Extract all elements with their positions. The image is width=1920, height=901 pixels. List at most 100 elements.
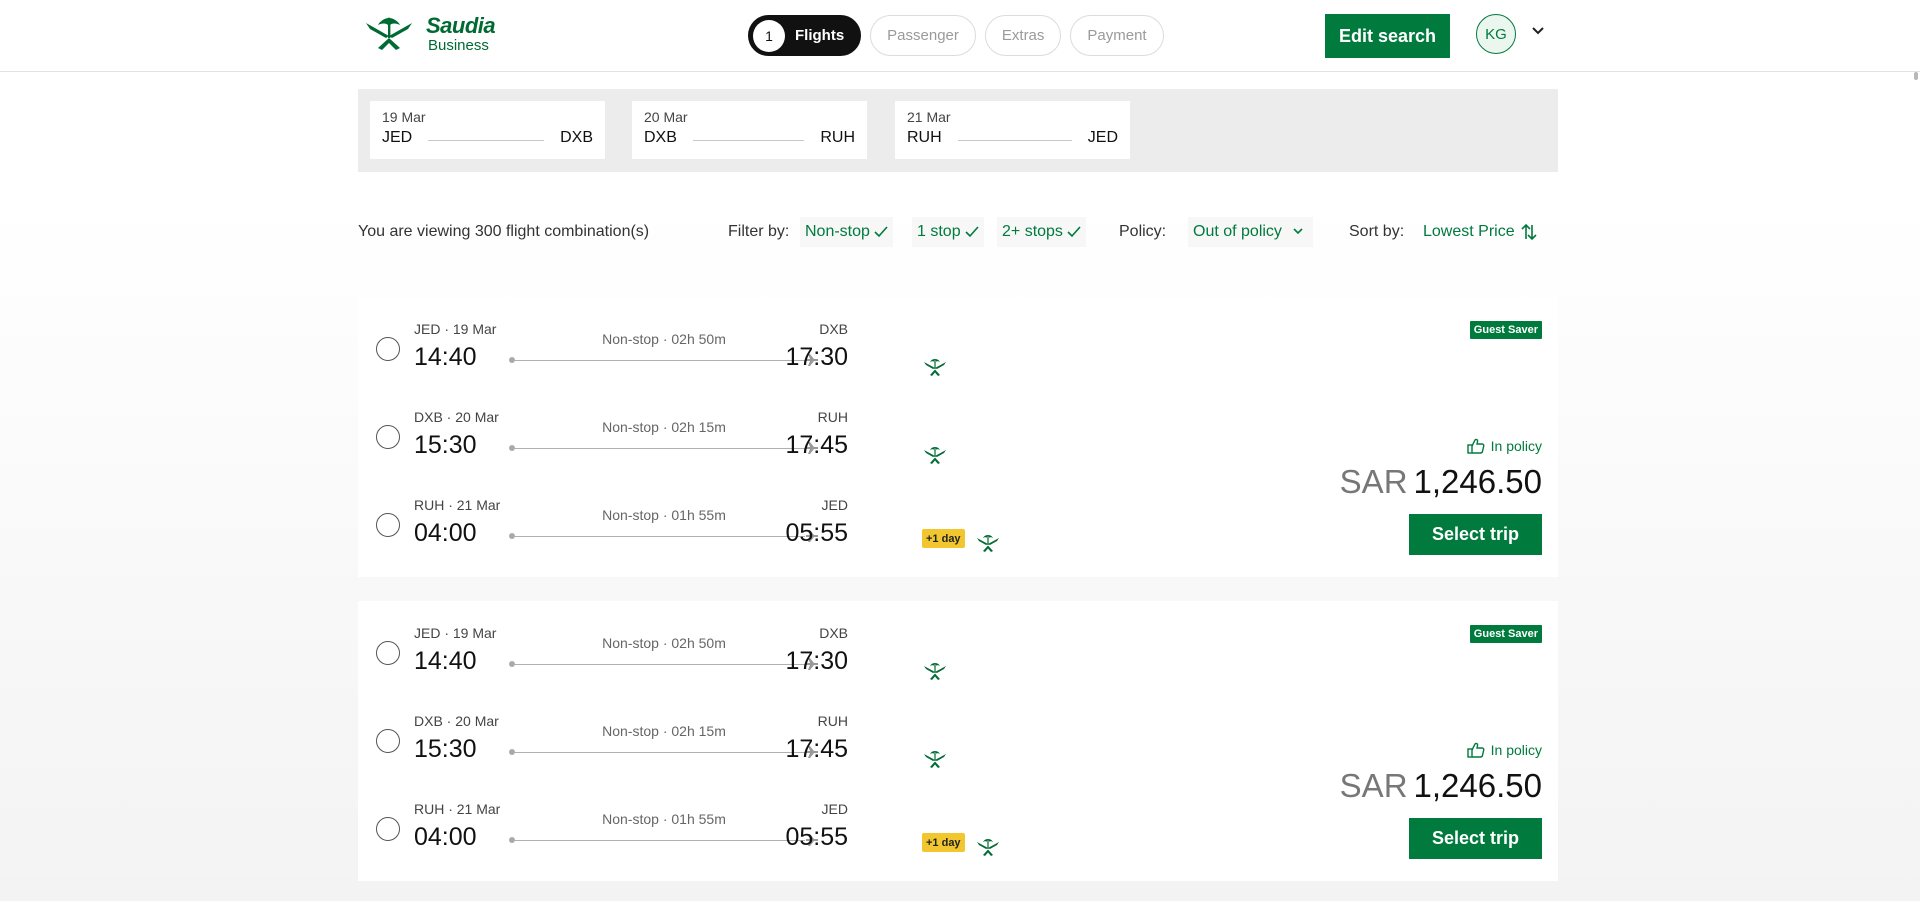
plus-day-badge: +1 day <box>922 529 965 548</box>
leg-radio[interactable] <box>376 641 400 665</box>
policy-text: In policy <box>1490 438 1542 454</box>
policy-text: In policy <box>1490 742 1542 758</box>
price-amount: 1,246.50 <box>1413 463 1542 500</box>
select-trip-button[interactable]: Select trip <box>1409 818 1542 859</box>
arrival-time: 17:30 <box>785 343 848 371</box>
departure-time: 04:00 <box>414 519 477 547</box>
leg-radio[interactable] <box>376 729 400 753</box>
saudia-carrier-icon <box>977 839 999 856</box>
chevron-down-icon[interactable] <box>1530 25 1546 37</box>
check-icon <box>874 226 888 238</box>
arrival-time: 17:45 <box>785 431 848 459</box>
saudia-logo[interactable]: Saudia Business <box>358 12 496 56</box>
arrival-label: JED <box>821 497 848 513</box>
step-payment[interactable]: Payment <box>1070 15 1164 56</box>
route-date: 21 Mar <box>907 109 951 125</box>
edit-search-button[interactable]: Edit search <box>1325 14 1450 58</box>
path-line <box>515 664 805 665</box>
step-flights[interactable]: 1 Flights <box>748 15 862 56</box>
departure-time: 14:40 <box>414 343 477 371</box>
departure-label: JED · 19 Mar <box>414 625 497 641</box>
flight-path: Non-stop · 01h 55m <box>509 801 819 865</box>
route-destination: RUH <box>820 129 855 146</box>
flight-duration: Non-stop · 02h 50m <box>602 331 726 347</box>
arrival-time: 17:30 <box>785 647 848 675</box>
flight-duration: Non-stop · 02h 15m <box>602 723 726 739</box>
departure-time: 15:30 <box>414 431 477 459</box>
sort-dropdown[interactable]: Lowest Price <box>1423 220 1543 244</box>
select-trip-button[interactable]: Select trip <box>1409 514 1542 555</box>
filter-2-plus-stops[interactable]: 2+ stops <box>997 217 1086 247</box>
chevron-down-icon <box>1293 228 1303 235</box>
route-line <box>957 139 1072 141</box>
flight-leg: DXB · 20 Mar 15:30 Non-stop · 02h 15m RU… <box>376 713 1016 777</box>
flight-result-card: JED · 19 Mar 14:40 Non-stop · 02h 50m DX… <box>358 297 1558 577</box>
step-passenger[interactable]: Passenger <box>870 15 976 56</box>
leg-radio[interactable] <box>376 513 400 537</box>
flight-result-card: JED · 19 Mar 14:40 Non-stop · 02h 50m DX… <box>358 601 1558 881</box>
arrival-label: RUH <box>817 713 848 729</box>
arrival-time: 05:55 <box>785 519 848 547</box>
flight-path: Non-stop · 02h 15m <box>509 713 819 777</box>
palm-swords-icon <box>366 17 412 50</box>
path-line <box>515 448 805 449</box>
departure-label: RUH · 21 Mar <box>414 497 501 513</box>
leg-radio[interactable] <box>376 817 400 841</box>
departure-time: 04:00 <box>414 823 477 851</box>
filter-non-stop[interactable]: Non-stop <box>800 217 893 247</box>
results-summary: You are viewing 300 flight combination(s… <box>358 223 650 240</box>
policy-label: Policy: <box>1119 223 1167 240</box>
route-summary-bar: 19 Mar JED DXB 20 Mar DXB RUH 21 Mar RUH… <box>358 89 1558 172</box>
fare-badge: Guest Saver <box>1469 321 1542 339</box>
arrival-label: JED <box>821 801 848 817</box>
sort-value: Lowest Price <box>1423 223 1515 240</box>
top-header: Saudia Business 1 Flights Passenger Extr… <box>0 0 1920 72</box>
trip-price: SAR 1,246.50 <box>1340 767 1542 805</box>
check-icon <box>965 226 979 238</box>
flight-path: Non-stop · 02h 15m <box>509 409 819 473</box>
path-line <box>515 752 805 753</box>
flight-duration: Non-stop · 01h 55m <box>602 507 726 523</box>
route-origin: DXB <box>644 129 677 146</box>
step-number: 1 <box>753 19 785 52</box>
policy-dropdown[interactable]: Out of policy <box>1188 217 1313 247</box>
plus-day-badge: +1 day <box>922 833 965 852</box>
flight-path: Non-stop · 02h 50m <box>509 321 819 385</box>
route-segment[interactable]: 21 Mar RUH JED <box>895 101 1130 159</box>
policy-status: In policy <box>1466 438 1542 454</box>
departure-time: 14:40 <box>414 647 477 675</box>
scrollbar-thumb[interactable] <box>1914 72 1918 80</box>
sort-arrows-icon <box>1521 223 1537 241</box>
filter-1-stop[interactable]: 1 stop <box>912 217 984 247</box>
flight-leg: RUH · 21 Mar 04:00 Non-stop · 01h 55m JE… <box>376 497 1016 561</box>
route-line <box>692 139 805 141</box>
thumbs-up-icon <box>1466 742 1485 758</box>
route-origin: JED <box>382 129 413 146</box>
step-label: Flights <box>795 27 845 44</box>
route-date: 20 Mar <box>644 109 688 125</box>
leg-radio[interactable] <box>376 425 400 449</box>
check-icon <box>1067 226 1081 238</box>
route-segment[interactable]: 20 Mar DXB RUH <box>632 101 867 159</box>
path-line <box>515 840 805 841</box>
filter-sort-row: You are viewing 300 flight combination(s… <box>358 217 1558 247</box>
saudia-carrier-icon <box>977 535 999 552</box>
step-extras[interactable]: Extras <box>984 15 1062 56</box>
flight-path: Non-stop · 02h 50m <box>509 625 819 689</box>
arrival-time: 05:55 <box>785 823 848 851</box>
avatar[interactable]: KG <box>1476 14 1516 54</box>
saudia-carrier-icon <box>924 447 946 464</box>
route-date: 19 Mar <box>382 109 426 125</box>
leg-radio[interactable] <box>376 337 400 361</box>
brand-subtitle: Business <box>428 37 489 54</box>
flight-path: Non-stop · 01h 55m <box>509 497 819 561</box>
flight-duration: Non-stop · 02h 15m <box>602 419 726 435</box>
departure-label: JED · 19 Mar <box>414 321 497 337</box>
price-currency: SAR <box>1339 463 1408 500</box>
price-currency: SAR <box>1339 767 1408 804</box>
departure-label: DXB · 20 Mar <box>414 409 499 425</box>
route-segment[interactable]: 19 Mar JED DXB <box>370 101 605 159</box>
arrival-label: RUH <box>817 409 848 425</box>
saudia-carrier-icon <box>924 751 946 768</box>
arrival-label: DXB <box>819 625 848 641</box>
